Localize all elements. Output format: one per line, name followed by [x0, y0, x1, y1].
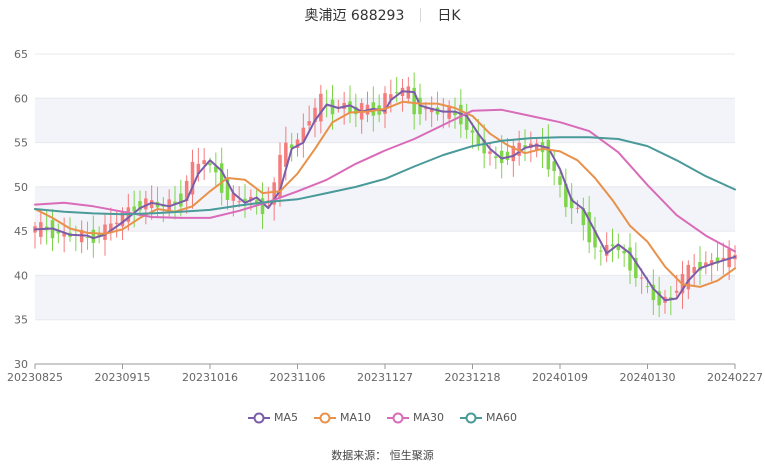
candle-body — [505, 151, 510, 160]
y-tick-label: 45 — [14, 225, 28, 238]
y-tick-label: 50 — [14, 181, 28, 194]
candle-body — [307, 121, 311, 126]
candle-body — [237, 201, 241, 203]
x-tick-label: 20240227 — [707, 371, 763, 384]
legend-item-ma5[interactable]: MA5 — [247, 411, 298, 424]
candle-body — [622, 250, 626, 254]
candle-body — [470, 130, 475, 133]
candle-body — [85, 237, 90, 239]
x-tick-label: 20230825 — [7, 371, 63, 384]
candle-body — [179, 193, 183, 207]
candle-body — [488, 151, 492, 154]
legend-label: MA10 — [339, 411, 371, 424]
candle-body — [394, 92, 399, 94]
y-axis-ticks: 30 35 40 45 50 55 60 65 — [14, 48, 28, 371]
y-tick-label: 40 — [14, 269, 28, 282]
candle-body — [639, 277, 644, 279]
candle-body — [319, 93, 323, 122]
x-tick-label: 20230915 — [95, 371, 151, 384]
candle-body — [546, 139, 551, 170]
x-axis-ticks: 20230825 20230915 20231016 20231106 20231127… — [7, 363, 763, 384]
legend-item-ma30[interactable]: MA30 — [387, 411, 444, 424]
legend-marker-icon — [313, 412, 336, 423]
legend-label: MA30 — [413, 411, 445, 424]
candle-body — [202, 160, 206, 164]
y-tick-label: 60 — [14, 92, 28, 105]
candle-body — [610, 244, 615, 247]
y-tick-label: 35 — [14, 314, 28, 327]
x-tick-label: 20231218 — [445, 371, 501, 384]
candle-body — [114, 222, 119, 224]
legend-label: MA5 — [273, 411, 298, 424]
y-tick-label: 65 — [14, 48, 28, 61]
candle-body — [348, 101, 352, 114]
y-tick-label: 55 — [14, 137, 28, 150]
data-source: 数据来源： 恒生聚源 — [331, 449, 434, 462]
candle-body — [91, 229, 96, 243]
legend-marker-icon — [247, 412, 270, 423]
legend-marker-icon — [387, 412, 409, 423]
candle-body — [599, 250, 603, 252]
candle-body — [674, 290, 679, 293]
x-tick-label: 20240109 — [532, 371, 588, 384]
candle-body — [575, 207, 580, 209]
candle-body — [103, 224, 107, 240]
candle-body — [628, 247, 632, 271]
x-tick-label: 20231106 — [270, 371, 326, 384]
candle-body — [645, 286, 650, 288]
legend-marker-icon — [460, 412, 483, 423]
candle-body — [558, 176, 562, 185]
legend-item-ma60[interactable]: MA60 — [460, 411, 517, 424]
candle-body — [208, 163, 212, 166]
legend-item-ma10[interactable]: MA10 — [313, 411, 371, 424]
x-tick-label: 20231016 — [182, 371, 238, 384]
y-tick-label: 30 — [14, 358, 28, 371]
x-tick-label: 20231127 — [357, 371, 413, 384]
legend: MA5 MA10 MA30 MA60 — [0, 411, 765, 424]
candlestick-chart: 30 35 40 45 50 55 60 65 20230825 20230915 2023101… — [7, 48, 763, 384]
candle-body — [219, 163, 224, 193]
candle-body — [494, 156, 498, 159]
legend-label: MA60 — [486, 411, 518, 424]
x-tick-label: 20240130 — [620, 371, 676, 384]
